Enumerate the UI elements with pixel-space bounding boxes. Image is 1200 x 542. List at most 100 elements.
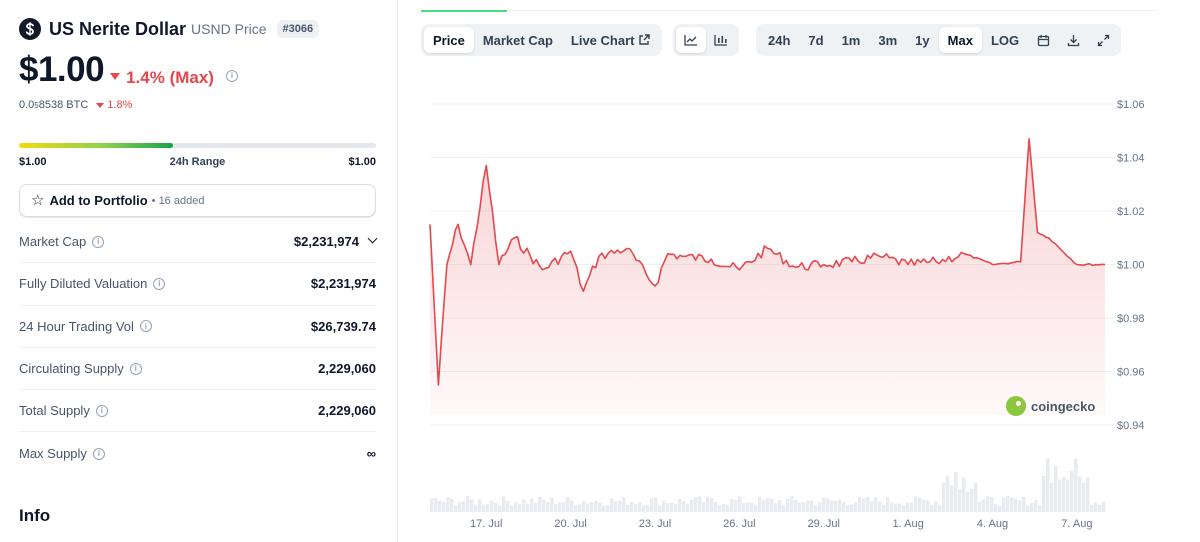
volume-bar bbox=[806, 500, 810, 512]
volume-bar bbox=[818, 502, 822, 512]
volume-bar bbox=[750, 502, 754, 512]
volume-bar bbox=[746, 502, 750, 512]
volume-bar bbox=[642, 505, 646, 512]
volume-bar bbox=[570, 500, 574, 512]
range-24h[interactable]: 24h bbox=[759, 27, 799, 53]
volume-bar bbox=[454, 505, 458, 512]
volume-bar bbox=[586, 503, 590, 512]
stat-row-market-cap[interactable]: Market Cap i $2,231,974 bbox=[19, 221, 378, 264]
range-bar-fill bbox=[19, 143, 173, 148]
volume-bar bbox=[814, 504, 818, 512]
volume-bar bbox=[462, 501, 466, 512]
range-3m[interactable]: 3m bbox=[869, 27, 906, 53]
add-to-portfolio-label: Add to Portfolio bbox=[49, 193, 148, 208]
volume-bar bbox=[678, 498, 682, 512]
stat-value: 2,229,060 bbox=[318, 361, 376, 377]
info-icon[interactable]: i bbox=[153, 277, 166, 290]
volume-bar bbox=[590, 501, 594, 512]
volume-bar bbox=[738, 496, 742, 512]
volume-bar bbox=[682, 501, 686, 512]
volume-bar bbox=[1010, 497, 1014, 512]
volume-bar bbox=[674, 503, 678, 512]
x-tick-label: 20. Jul bbox=[554, 518, 586, 530]
info-icon[interactable]: i bbox=[225, 69, 238, 82]
coin-logo-icon bbox=[19, 18, 41, 40]
stat-value: $2,231,974 bbox=[310, 276, 376, 292]
volume-bar bbox=[1042, 475, 1046, 512]
down-arrow-icon bbox=[110, 73, 121, 80]
volume-bar bbox=[474, 504, 478, 512]
log-scale-toggle[interactable]: LOG bbox=[982, 27, 1028, 53]
stat-row-max-supply: Max Supply i ∞ bbox=[19, 432, 376, 474]
stat-label: Market Cap bbox=[19, 234, 87, 250]
volume-bar bbox=[522, 499, 526, 512]
stat-row-fdv: Fully Diluted Valuation i $2,231,974 bbox=[19, 263, 376, 306]
volume-bar bbox=[906, 502, 910, 512]
volume-bar bbox=[842, 502, 846, 512]
range-7d[interactable]: 7d bbox=[799, 27, 832, 53]
volume-bar bbox=[690, 499, 694, 512]
volume-bar bbox=[758, 496, 762, 512]
watermark: coingecko bbox=[1006, 396, 1095, 416]
volume-bar bbox=[506, 500, 510, 512]
info-icon[interactable]: i bbox=[92, 235, 105, 248]
volume-bar bbox=[450, 498, 454, 512]
price-change: 1.4% (Max) bbox=[110, 68, 214, 88]
panel-divider bbox=[397, 0, 398, 542]
volume-bar bbox=[630, 501, 634, 512]
volume-bar bbox=[978, 501, 982, 512]
volume-bar bbox=[430, 498, 434, 512]
volume-bar bbox=[542, 500, 546, 512]
volume-bar bbox=[578, 504, 582, 512]
add-to-portfolio-button[interactable]: ☆ Add to Portfolio • 16 added bbox=[19, 184, 376, 217]
info-icon[interactable]: i bbox=[92, 447, 105, 460]
volume-bar bbox=[1082, 482, 1086, 512]
range-1m[interactable]: 1m bbox=[833, 27, 870, 53]
info-icon[interactable]: i bbox=[139, 320, 152, 333]
volume-bar bbox=[1002, 497, 1006, 512]
portfolio-count: • 16 added bbox=[151, 194, 205, 207]
volume-bar bbox=[698, 496, 702, 512]
calendar-icon[interactable] bbox=[1028, 27, 1058, 53]
volume-bar bbox=[926, 500, 930, 512]
chevron-down-icon[interactable] bbox=[367, 233, 378, 244]
price-chart[interactable]: $1.06 $1.04 $1.02 $1.00 $0.98 $0.96 $0.94 17. J… bbox=[400, 70, 1200, 542]
volume-bar bbox=[654, 497, 658, 512]
volume-bar bbox=[954, 472, 958, 512]
line-chart-icon[interactable] bbox=[676, 27, 706, 53]
range-1y[interactable]: 1y bbox=[906, 27, 938, 53]
range-max[interactable]: Max bbox=[938, 27, 982, 53]
download-icon[interactable] bbox=[1058, 27, 1088, 53]
expand-icon[interactable] bbox=[1088, 27, 1118, 53]
chart-style-toggle bbox=[673, 24, 739, 56]
volume-bar bbox=[534, 502, 538, 512]
candlestick-icon[interactable] bbox=[706, 27, 736, 53]
active-section-underline bbox=[421, 10, 507, 12]
tab-live-chart-label: Live Chart bbox=[570, 32, 635, 48]
volume-bar bbox=[1070, 471, 1074, 512]
y-tick-label: $1.06 bbox=[1117, 99, 1145, 111]
tab-market-cap[interactable]: Market Cap bbox=[474, 27, 562, 53]
stat-row-circulating-supply: Circulating Supply i 2,229,060 bbox=[19, 348, 376, 391]
volume-bar bbox=[766, 498, 770, 512]
external-link-icon bbox=[639, 34, 651, 45]
volume-bar bbox=[438, 500, 442, 512]
volume-bar bbox=[922, 499, 926, 512]
volume-bar bbox=[946, 476, 950, 512]
tab-live-chart[interactable]: Live Chart bbox=[562, 27, 660, 53]
info-icon[interactable]: i bbox=[129, 362, 142, 375]
volume-bar bbox=[910, 502, 914, 512]
info-icon[interactable]: i bbox=[95, 404, 108, 417]
volume-bar bbox=[666, 503, 670, 512]
coin-header: US Nerite Dollar USND Price #3066 bbox=[19, 18, 320, 40]
tab-price[interactable]: Price bbox=[424, 27, 474, 53]
volume-bar bbox=[966, 491, 970, 512]
volume-bar bbox=[478, 499, 482, 512]
volume-bar bbox=[890, 502, 894, 512]
watermark-text: coingecko bbox=[1031, 398, 1096, 414]
volume-bar bbox=[606, 505, 610, 512]
volume-bar bbox=[902, 505, 906, 512]
volume-bar bbox=[790, 496, 794, 512]
stat-value: ∞ bbox=[366, 446, 376, 462]
volume-bar bbox=[694, 497, 698, 512]
